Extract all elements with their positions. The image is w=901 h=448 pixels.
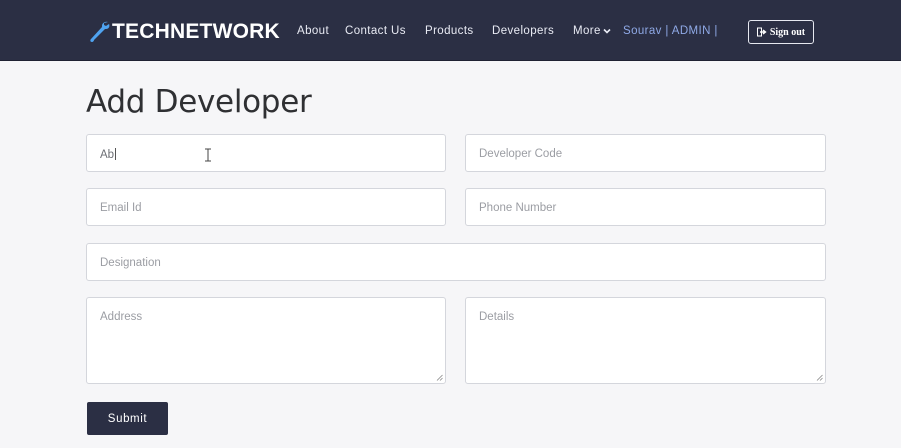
current-user-label[interactable]: Sourav | ADMIN | [623,25,718,37]
sign-out-label: Sign out [769,26,806,38]
brand-logo[interactable]: TECHNETWORK [88,18,280,46]
brand-name: TECHNETWORK [112,20,280,43]
submit-button[interactable]: Submit [87,402,168,435]
top-navbar: TECHNETWORK About Contact Us Products De… [0,0,901,61]
developer-code-input[interactable]: Developer Code [465,134,826,172]
sign-out-button[interactable]: Sign out [748,20,814,44]
details-placeholder: Details [479,311,515,323]
sign-out-icon [756,27,767,37]
text-caret [115,148,117,160]
nav-products-link[interactable]: Products [425,25,474,37]
address-textarea[interactable]: Address [86,297,446,384]
submit-label: Submit [107,412,148,425]
text-cursor-icon [205,148,211,162]
nav-contact-link[interactable]: Contact Us [345,25,406,37]
wrench-icon [90,21,110,42]
phone-number-placeholder: Phone Number [479,202,557,214]
designation-placeholder: Designation [100,257,161,269]
details-textarea[interactable]: Details [465,297,826,384]
developer-code-placeholder: Developer Code [479,148,563,160]
nav-about-link[interactable]: About [297,25,329,37]
phone-number-input[interactable]: Phone Number [465,188,826,226]
developer-name-value: Ab [100,149,115,161]
address-placeholder: Address [100,311,143,323]
page-title: Add Developer [86,84,312,120]
chevron-down-icon [603,28,611,34]
nav-more-label: More [573,25,601,37]
developer-name-input[interactable]: Ab [86,134,446,172]
email-placeholder: Email Id [100,202,142,214]
nav-developers-link[interactable]: Developers [492,25,554,37]
resize-handle-icon[interactable] [436,374,443,381]
nav-more-dropdown[interactable]: More [573,25,611,37]
resize-handle-icon[interactable] [816,374,823,381]
designation-input[interactable]: Designation [86,243,826,281]
email-input[interactable]: Email Id [86,188,446,226]
